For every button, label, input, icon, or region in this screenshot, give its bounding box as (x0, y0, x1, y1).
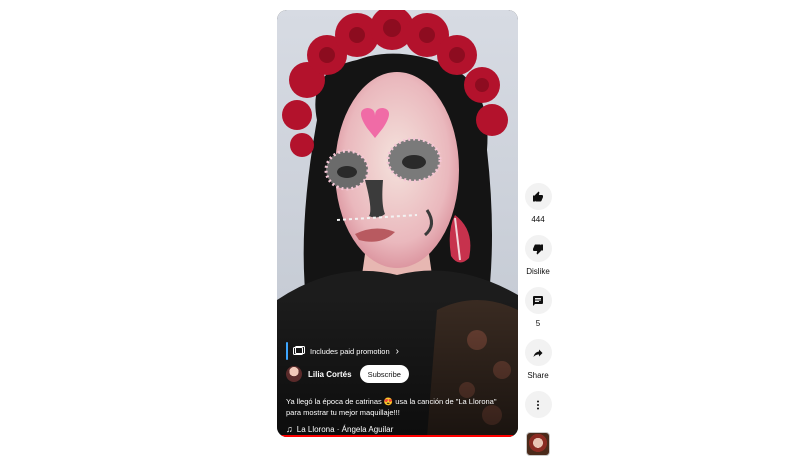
paid-promotion-banner[interactable]: Includes paid promotion › (286, 341, 399, 361)
share-button[interactable] (524, 339, 552, 366)
share-label: Share (527, 371, 549, 380)
short-video-player[interactable]: Includes paid promotion › Lilia Cortés S… (277, 10, 518, 437)
progress-bar[interactable] (277, 435, 518, 437)
comment-count: 5 (535, 319, 541, 328)
thumbs-down-icon (533, 244, 543, 254)
promo-accent-bar (286, 342, 288, 360)
chevron-right-icon: › (395, 345, 399, 357)
music-note-icon: ♫ (286, 424, 293, 434)
channel-name[interactable]: Lilia Cortés (308, 370, 352, 379)
comment-icon (533, 295, 543, 306)
thumbs-up-icon (533, 191, 543, 201)
video-description[interactable]: Ya llegó la época de catrinas 😍 usa la c… (286, 396, 512, 418)
song-label: La Llorona · Ángela Aguilar (296, 424, 394, 434)
channel-row: Lilia Cortés Subscribe (286, 365, 409, 383)
paid-promotion-label: Includes paid promotion (310, 346, 390, 356)
more-options-button[interactable] (524, 391, 552, 418)
paid-promotion-icon (293, 346, 305, 355)
avatar[interactable] (286, 366, 302, 382)
dislike-button[interactable] (524, 235, 552, 262)
progress-fill (277, 435, 514, 437)
sound-thumbnail[interactable] (526, 432, 550, 456)
dislike-label: Dislike (526, 267, 550, 276)
share-icon (533, 349, 543, 357)
action-bar: 444 Dislike 5 Share (523, 183, 553, 456)
like-count: 444 (531, 215, 545, 224)
subscribe-button[interactable]: Subscribe (359, 365, 409, 383)
song-link[interactable]: ♫ La Llorona · Ángela Aguilar (286, 424, 393, 434)
comments-button[interactable] (524, 287, 552, 314)
more-vertical-icon (537, 400, 539, 409)
like-button[interactable] (524, 183, 552, 210)
